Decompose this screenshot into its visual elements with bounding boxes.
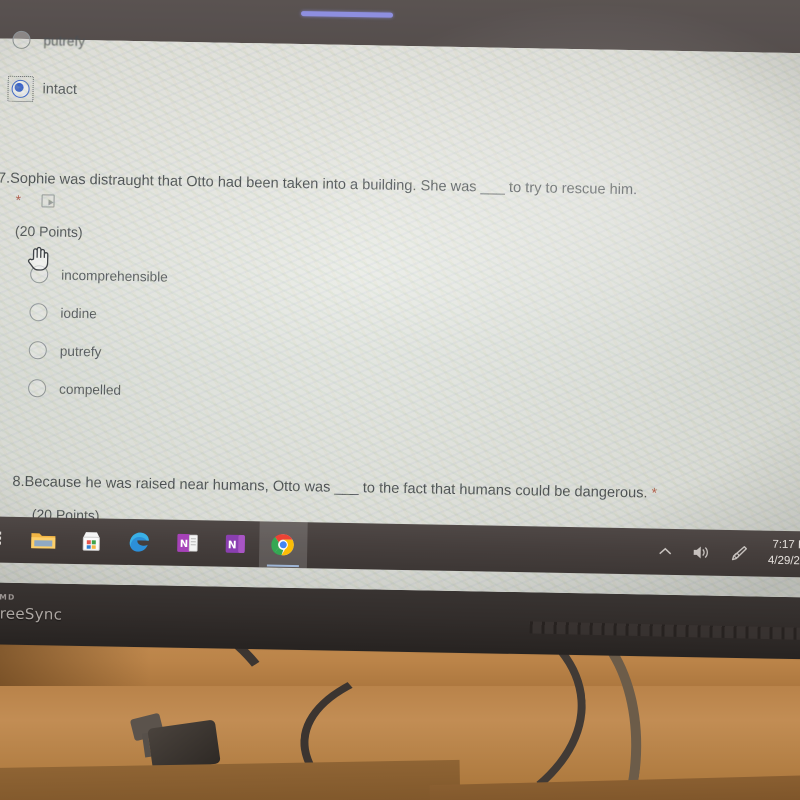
option-label: putrefy [43, 32, 86, 49]
clock-time: 7:17 PM [772, 539, 800, 553]
progress-indicator [300, 11, 394, 18]
quiz-page: putrefy intact 7.Sophie was distraught t… [0, 0, 800, 598]
option-row[interactable]: putrefy [12, 23, 85, 58]
pen-menu-button[interactable] [730, 545, 748, 561]
pen-icon [731, 546, 747, 561]
task-view-icon [0, 531, 2, 545]
immersive-reader-icon[interactable] [41, 194, 56, 208]
question-7-options: incomprehensible iodine putrefy compelle… [0, 246, 800, 422]
radio-button[interactable] [30, 265, 49, 284]
radio-button[interactable] [12, 30, 31, 50]
option-label: incomprehensible [61, 267, 168, 285]
monitor-screen: putrefy intact 7.Sophie was distraught t… [0, 0, 800, 598]
required-asterisk: * [15, 191, 22, 209]
taskbar-item-onenote-uwp[interactable]: N [211, 520, 260, 567]
desk-edge [0, 759, 461, 800]
question-8-text: 8.Because he was raised near humans, Ott… [12, 471, 800, 508]
onenote-uwp-icon: N [225, 534, 245, 554]
focus-outline [7, 75, 34, 103]
required-asterisk: * [651, 484, 658, 501]
option-label: iodine [60, 305, 97, 321]
option-row[interactable]: intact [7, 69, 84, 110]
google-chrome-icon [271, 534, 294, 556]
taskbar-item-microsoft-edge[interactable] [115, 519, 164, 566]
question-7-points: (20 Points) [14, 222, 83, 241]
amd-logo-text: AMD [0, 592, 16, 602]
radio-button[interactable] [29, 303, 48, 322]
radio-button[interactable] [28, 341, 47, 360]
taskbar-item-task-view[interactable] [0, 516, 20, 563]
radio-button[interactable] [27, 379, 47, 398]
taskbar-item-onenote[interactable]: N [163, 520, 212, 567]
clock-date: 4/29/2021 [767, 554, 800, 568]
question-number: 7. [0, 170, 11, 187]
quiz-content: putrefy intact 7.Sophie was distraught t… [0, 30, 800, 598]
taskbar-item-google-chrome[interactable] [258, 521, 308, 569]
volume-icon [693, 546, 708, 559]
bezel-vents [529, 621, 800, 641]
option-label: putrefy [59, 343, 102, 360]
chevron-up-icon [659, 547, 672, 555]
taskbar-pinned-apps: N N [0, 516, 308, 569]
onenote-icon: N [177, 533, 198, 553]
microsoft-store-icon [82, 532, 100, 551]
taskbar-item-file-explorer[interactable] [19, 517, 68, 564]
taskbar-clock[interactable]: 7:17 PM 4/29/2021 [768, 538, 800, 570]
question-number: 8. [12, 473, 25, 491]
question-body: Because he was raised near humans, Otto … [24, 474, 648, 502]
option-label: compelled [58, 381, 122, 398]
svg-text:N: N [180, 539, 189, 550]
svg-text:N: N [228, 539, 237, 551]
system-tray: 7:17 PM 4/29/2021 [658, 529, 800, 578]
monitor-photo: AMD FreeSync putrefy intact 7.Sophie was… [0, 0, 800, 800]
microsoft-edge-icon [129, 532, 149, 552]
question-7: 7.Sophie was distraught that Otto had be… [0, 169, 800, 422]
volume-button[interactable] [692, 544, 710, 560]
radio-button-selected[interactable] [7, 75, 34, 103]
freesync-brand-label: FreeSync [0, 604, 63, 624]
file-explorer-icon [31, 533, 56, 549]
option-label: intact [42, 81, 78, 98]
show-hidden-icons-button[interactable] [658, 547, 672, 557]
previous-question-tail: putrefy intact [7, 23, 85, 110]
taskbar-item-microsoft-store[interactable] [67, 518, 116, 565]
